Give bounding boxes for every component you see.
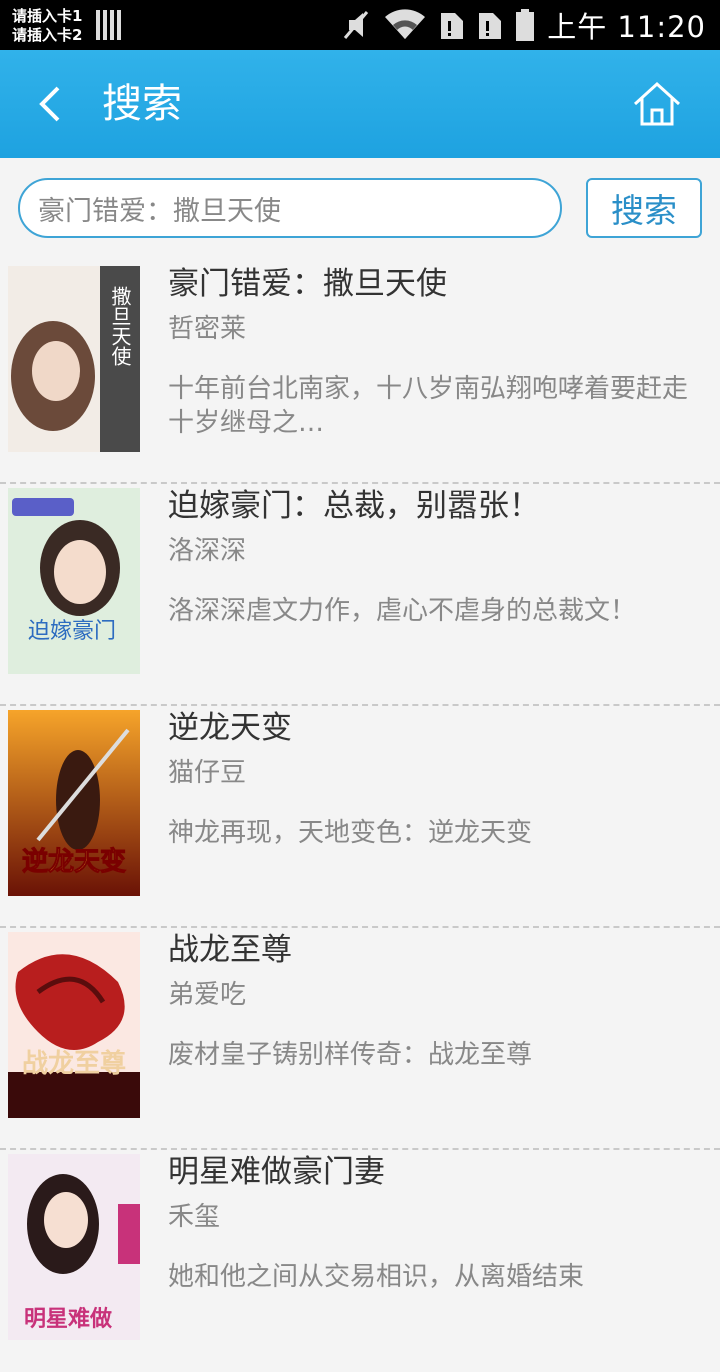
svg-text:撒旦天使: 撒旦天使 bbox=[108, 286, 132, 366]
book-author: 弟爱吃 bbox=[168, 980, 247, 1010]
book-author: 禾玺 bbox=[168, 1202, 221, 1232]
mute-icon bbox=[344, 11, 369, 39]
book-cover: 明星难做 bbox=[8, 1154, 140, 1340]
book-description: 洛深深虐文力作，虐心不虐身的总裁文！ bbox=[168, 596, 637, 626]
search-bar: 搜索 bbox=[0, 158, 720, 258]
wifi-icon bbox=[385, 9, 426, 39]
book-cover: 撒旦天使 bbox=[8, 266, 140, 452]
svg-text:逆龙天变: 逆龙天变 bbox=[22, 846, 126, 877]
clock: 上午 11:20 bbox=[547, 10, 706, 44]
svg-text:迫嫁豪门: 迫嫁豪门 bbox=[28, 619, 116, 644]
list-item[interactable]: 明星难做 明星难做豪门妻 禾玺 她和他之间从交易相识，从离婚结束 bbox=[0, 1150, 720, 1372]
status-bar: 请插入卡1 请插入卡2 上午 11:20 bbox=[0, 0, 720, 50]
book-cover: 迫嫁豪门 bbox=[8, 488, 140, 674]
sim1-icon bbox=[441, 13, 464, 39]
app-bar: 搜索 bbox=[0, 50, 720, 158]
book-cover: 逆龙天变 bbox=[8, 710, 140, 896]
list-item[interactable]: 战龙至尊 战龙至尊 弟爱吃 废材皇子铸别样传奇：战龙至尊 bbox=[0, 928, 720, 1150]
list-item[interactable]: 迫嫁豪门 迫嫁豪门：总裁，别嚣张！ 洛深深 洛深深虐文力作，虐心不虐身的总裁文！ bbox=[0, 484, 720, 706]
signal-icon bbox=[96, 10, 122, 40]
battery-icon bbox=[516, 9, 535, 41]
svg-text:明星难做: 明星难做 bbox=[24, 1306, 113, 1332]
page-title: 搜索 bbox=[102, 81, 182, 127]
book-title: 明星难做豪门妻 bbox=[168, 1154, 385, 1190]
search-button[interactable]: 搜索 bbox=[586, 178, 702, 238]
sim1-label: 请插入卡1 bbox=[12, 7, 83, 25]
chevron-left-icon bbox=[39, 86, 60, 122]
back-button[interactable] bbox=[30, 80, 74, 128]
list-item[interactable]: 撒旦天使 豪门错爱：撒旦天使 哲密莱 十年前台北南家，十八岁南弘翔咆哮着要赶走十… bbox=[0, 262, 720, 484]
search-results-list: 撒旦天使 豪门错爱：撒旦天使 哲密莱 十年前台北南家，十八岁南弘翔咆哮着要赶走十… bbox=[0, 262, 720, 1372]
home-button[interactable] bbox=[632, 80, 682, 128]
svg-text:战龙至尊: 战龙至尊 bbox=[22, 1048, 126, 1079]
book-description: 她和他之间从交易相识，从离婚结束 bbox=[168, 1262, 585, 1292]
sim2-label: 请插入卡2 bbox=[12, 26, 83, 44]
home-icon bbox=[633, 81, 681, 126]
search-input[interactable] bbox=[18, 178, 562, 238]
book-title: 战龙至尊 bbox=[168, 932, 292, 968]
book-author: 哲密莱 bbox=[168, 314, 247, 344]
book-description: 十年前台北南家，十八岁南弘翔咆哮着要赶走十岁继母之… bbox=[168, 374, 689, 438]
list-item[interactable]: 逆龙天变 逆龙天变 猫仔豆 神龙再现，天地变色：逆龙天变 bbox=[0, 706, 720, 928]
book-author: 猫仔豆 bbox=[168, 758, 247, 788]
book-title: 豪门错爱：撒旦天使 bbox=[168, 266, 447, 302]
book-title: 逆龙天变 bbox=[168, 710, 292, 746]
book-description: 废材皇子铸别样传奇：战龙至尊 bbox=[168, 1040, 533, 1070]
book-description: 神龙再现，天地变色：逆龙天变 bbox=[168, 818, 533, 848]
book-cover: 战龙至尊 bbox=[8, 932, 140, 1118]
book-title: 迫嫁豪门：总裁，别嚣张！ bbox=[168, 488, 540, 524]
sim-status: 请插入卡1 请插入卡2 bbox=[12, 7, 82, 45]
book-author: 洛深深 bbox=[168, 536, 247, 566]
sim2-icon bbox=[479, 13, 502, 39]
